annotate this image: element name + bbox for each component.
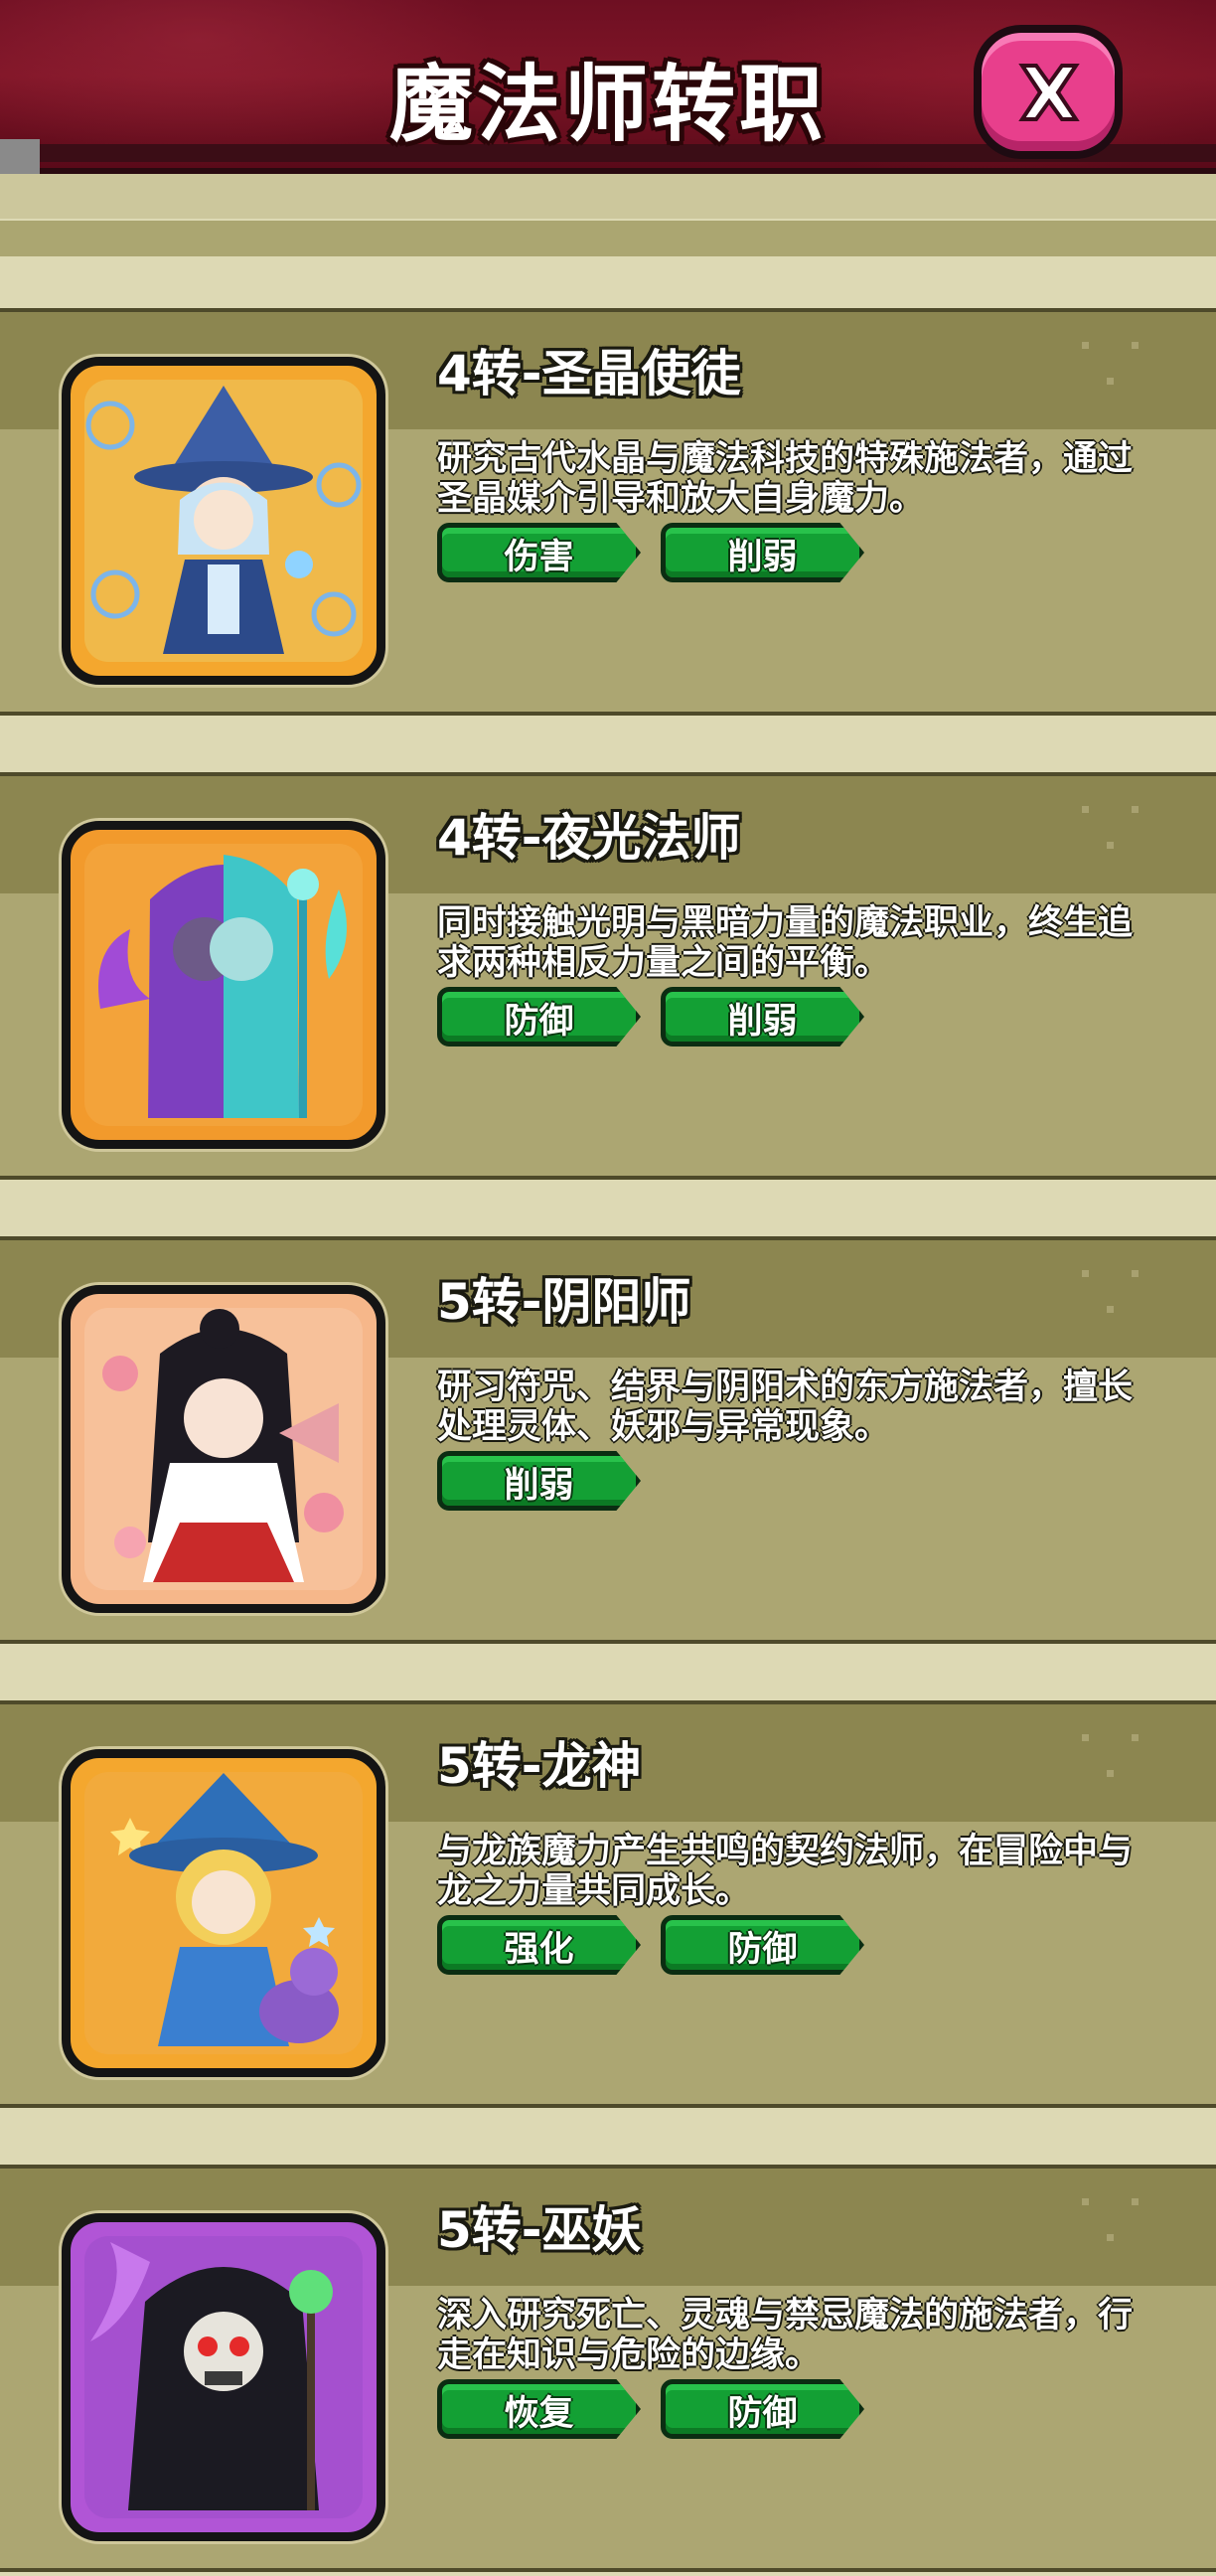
tag-list: 伤害 削弱	[437, 523, 884, 588]
class-description: 同时接触光明与黑暗力量的魔法职业，终生追求两种相反力量之间的平衡。	[437, 903, 1134, 983]
close-x-icon	[1018, 64, 1080, 121]
class-description: 与龙族魔力产生共鸣的契约法师，在冒险中与龙之力量共同成长。	[437, 1832, 1134, 1911]
card-decoration	[1082, 1270, 1161, 1330]
tag-list: 强化 防御	[437, 1915, 884, 1981]
tag-defense: 防御	[661, 2379, 864, 2439]
tag-debuff: 削弱	[661, 523, 864, 582]
tag-debuff: 削弱	[437, 1451, 641, 1511]
tag-damage: 伤害	[437, 523, 641, 582]
card-decoration	[1082, 2198, 1161, 2258]
close-button[interactable]	[974, 25, 1123, 159]
tag-list: 削弱	[437, 1451, 661, 1517]
crystal-mage-portrait	[62, 357, 385, 685]
onmyoji-portrait	[62, 1285, 385, 1613]
class-description: 研习符咒、结界与阴阳术的东方施法者，擅长处理灵体、妖邪与异常现象。	[437, 1368, 1134, 1447]
tag-list: 恢复 防御	[437, 2379, 884, 2445]
header-bar: 魔法师转职	[0, 0, 1216, 174]
class-card[interactable]: 4转-圣晶使徒 研究古代水晶与魔法科技的特殊施法者，通过圣晶媒介引导和放大自身魔…	[0, 308, 1216, 716]
class-card[interactable]: 4转-夜光法师 同时接触光明与黑暗力量的魔法职业，终生追求两种相反力量之间的平衡…	[0, 772, 1216, 1180]
class-description: 研究古代水晶与魔法科技的特殊施法者，通过圣晶媒介引导和放大自身魔力。	[437, 439, 1134, 519]
lich-portrait	[62, 2213, 385, 2541]
card-decoration	[1082, 342, 1161, 402]
tag-list: 防御 削弱	[437, 987, 884, 1052]
list-top-edge	[0, 221, 1216, 256]
tag-defense: 防御	[661, 1915, 864, 1975]
class-card[interactable]: 5转-阴阳师 研习符咒、结界与阴阳术的东方施法者，擅长处理灵体、妖邪与异常现象。…	[0, 1236, 1216, 1644]
card-decoration	[1082, 806, 1161, 866]
tag-buff: 强化	[437, 1915, 641, 1975]
class-name: 5转-巫妖	[437, 2201, 642, 2259]
class-card[interactable]: 5转-龙神 与龙族魔力产生共鸣的契约法师，在冒险中与龙之力量共同成长。 强化 防御	[0, 1700, 1216, 2108]
class-name: 5转-龙神	[437, 1737, 642, 1795]
class-name: 4转-夜光法师	[437, 809, 741, 867]
tag-defense: 防御	[437, 987, 641, 1046]
list-top-band	[0, 174, 1216, 219]
card-decoration	[1082, 1734, 1161, 1794]
class-name: 4转-圣晶使徒	[437, 345, 741, 402]
twilight-mage-portrait	[62, 821, 385, 1149]
class-card[interactable]: 5转-巫妖 深入研究死亡、灵魂与禁忌魔法的施法者，行走在知识与危险的边缘。 恢复…	[0, 2165, 1216, 2572]
class-description: 深入研究死亡、灵魂与禁忌魔法的施法者，行走在知识与危险的边缘。	[437, 2296, 1134, 2375]
tag-heal: 恢复	[437, 2379, 641, 2439]
dragon-mage-portrait	[62, 1749, 385, 2077]
tag-debuff: 削弱	[661, 987, 864, 1046]
class-name: 5转-阴阳师	[437, 1273, 691, 1331]
